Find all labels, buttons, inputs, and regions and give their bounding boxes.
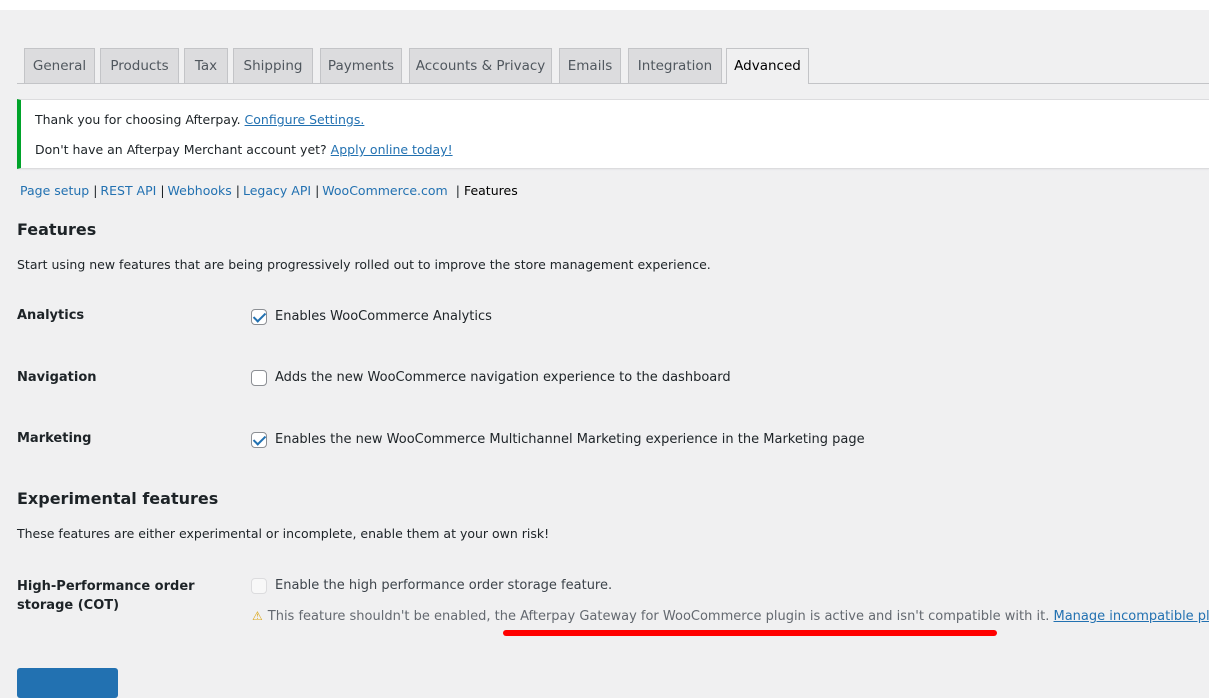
experimental-heading: Experimental features: [17, 489, 218, 508]
cot-label-line-2: storage (COT): [17, 596, 195, 615]
tab-emails[interactable]: Emails: [559, 48, 621, 83]
subnav-page-setup[interactable]: Page setup: [20, 183, 89, 198]
tab-advanced[interactable]: Advanced: [726, 48, 809, 84]
tab-integration[interactable]: Integration: [628, 48, 722, 83]
cot-checkbox: [251, 578, 267, 594]
notice-line-2-text: Don't have an Afterpay Merchant account …: [35, 142, 327, 157]
analytics-label: Analytics: [17, 308, 84, 323]
features-heading: Features: [17, 220, 96, 239]
notice-line-2: Don't have an Afterpay Merchant account …: [35, 142, 453, 157]
red-highlight-underline: [503, 630, 997, 636]
subnav-webhooks[interactable]: Webhooks: [168, 183, 232, 198]
subnav-woocommerce-com[interactable]: WooCommerce.com: [322, 183, 447, 198]
save-changes-button[interactable]: [17, 668, 118, 698]
notice-line-1: Thank you for choosing Afterpay. Configu…: [35, 112, 364, 127]
notice-line-1-text: Thank you for choosing Afterpay.: [35, 112, 241, 127]
navigation-label: Navigation: [17, 370, 97, 385]
admin-top-strip: [0, 0, 1209, 10]
configure-settings-link[interactable]: Configure Settings.: [245, 112, 365, 127]
tab-payments[interactable]: Payments: [320, 48, 402, 83]
analytics-checkbox-label[interactable]: Enables WooCommerce Analytics: [275, 309, 492, 324]
advanced-subnav: Page setup|REST API|Webhooks|Legacy API|…: [20, 183, 518, 198]
subnav-separator: |: [89, 183, 100, 198]
tab-shipping[interactable]: Shipping: [233, 48, 313, 83]
marketing-checkbox[interactable]: [251, 432, 267, 448]
afterpay-notice: Thank you for choosing Afterpay. Configu…: [17, 99, 1209, 169]
warning-text: This feature shouldn't be enabled, the A…: [268, 609, 1050, 624]
subnav-rest-api[interactable]: REST API: [100, 183, 156, 198]
marketing-label: Marketing: [17, 431, 91, 446]
subnav-separator: |: [232, 183, 243, 198]
subnav-separator: |: [156, 183, 167, 198]
subnav-legacy-api[interactable]: Legacy API: [243, 183, 311, 198]
cot-label: High-Performance order storage (COT): [17, 577, 195, 615]
tab-accounts-privacy[interactable]: Accounts & Privacy: [409, 48, 552, 83]
apply-online-link[interactable]: Apply online today!: [331, 142, 453, 157]
cot-checkbox-label: Enable the high performance order storag…: [275, 578, 612, 593]
features-description: Start using new features that are being …: [17, 257, 711, 272]
tab-general[interactable]: General: [24, 48, 95, 83]
tab-products[interactable]: Products: [100, 48, 179, 83]
tab-tax[interactable]: Tax: [184, 48, 228, 83]
cot-label-line-1: High-Performance order: [17, 577, 195, 596]
experimental-description: These features are either experimental o…: [17, 526, 549, 541]
incompatibility-warning: ⚠ This feature shouldn't be enabled, the …: [252, 609, 1209, 624]
manage-incompatible-plugins-link[interactable]: Manage incompatible plugins: [1054, 609, 1209, 624]
tabs-divider: [17, 83, 1209, 84]
warning-icon: ⚠: [252, 609, 263, 623]
navigation-checkbox-label[interactable]: Adds the new WooCommerce navigation expe…: [275, 370, 731, 385]
marketing-checkbox-label[interactable]: Enables the new WooCommerce Multichannel…: [275, 432, 865, 447]
analytics-checkbox[interactable]: [251, 309, 267, 325]
subnav-separator: |: [311, 183, 322, 198]
subnav-features-current: Features: [464, 183, 518, 198]
navigation-checkbox[interactable]: [251, 370, 267, 386]
subnav-separator: |: [448, 183, 464, 198]
